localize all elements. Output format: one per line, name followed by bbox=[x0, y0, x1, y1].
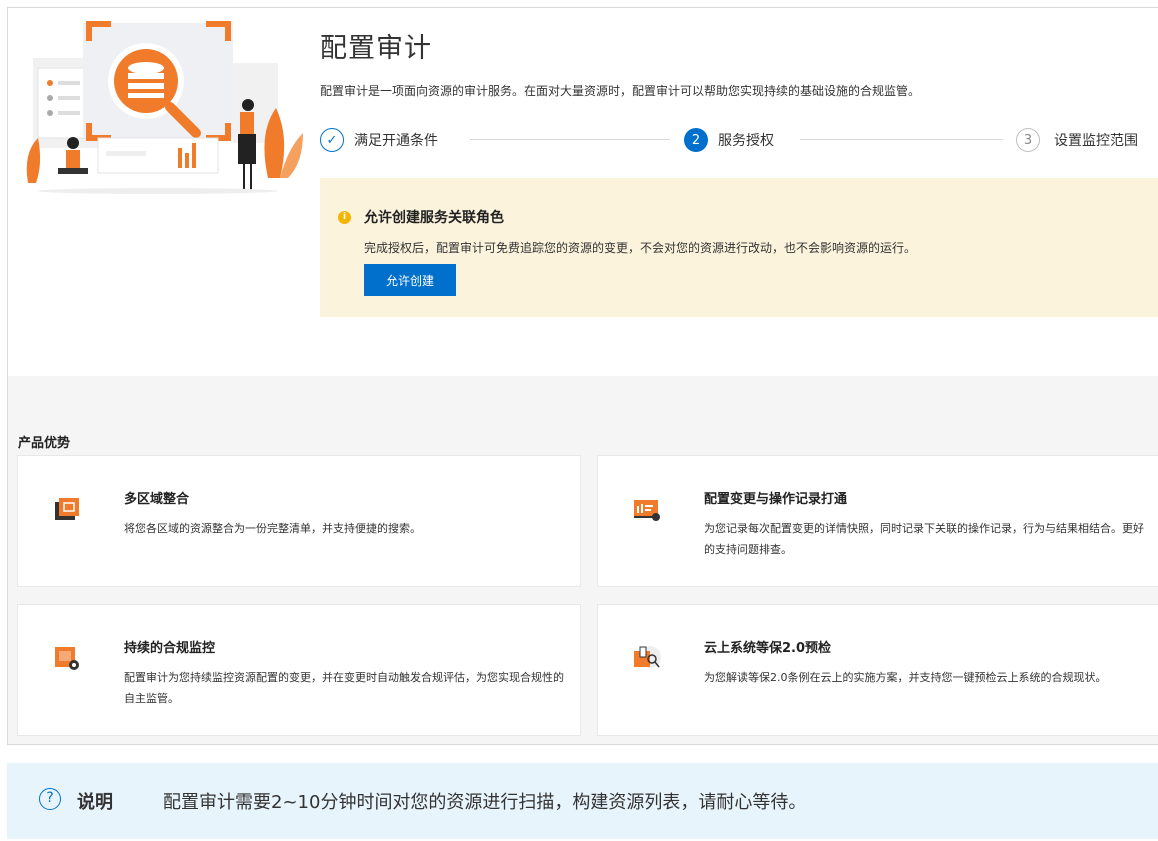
step-3-label: 设置监控范围 bbox=[1054, 133, 1138, 149]
audit-hero-illustration bbox=[26, 21, 303, 194]
step-3-number: 3 bbox=[1016, 128, 1040, 152]
step-1: ✓ 满足开通条件 bbox=[320, 125, 438, 155]
notice-title: 允许创建服务关联角色 bbox=[364, 210, 504, 226]
note-label: 说明 bbox=[77, 792, 113, 813]
compliance-monitor-icon bbox=[55, 647, 79, 670]
card-desc: 将您各区域的资源整合为一份完整清单，并支持便捷的搜索。 bbox=[124, 522, 421, 535]
card-title: 多区域整合 bbox=[124, 492, 190, 507]
card-desc: 配置审计为您持续监控资源配置的变更，并在变更时自动触发合规评估，为您实现合规性的… bbox=[124, 671, 564, 705]
advantage-card-cloud-check: 云上系统等保2.0预检 为您解读等保2.0条例在云上的实施方案，并支持您一键预检… bbox=[597, 604, 1158, 736]
step-2-number: 2 bbox=[684, 128, 708, 152]
question-icon: ? bbox=[39, 788, 61, 810]
multi-region-icon bbox=[55, 498, 79, 520]
card-desc: 为您解读等保2.0条例在云上的实施方案，并支持您一键预检云上系统的合规现状。 bbox=[704, 671, 1107, 684]
config-change-icon bbox=[634, 500, 660, 521]
page-description: 配置审计是一项面向资源的审计服务。在面对大量资源时，配置审计可以帮助您实现持续的… bbox=[320, 84, 921, 98]
advantage-card-compliance: 持续的合规监控 配置审计为您持续监控资源配置的变更，并在变更时自动触发合规评估，… bbox=[17, 604, 581, 736]
allow-create-button[interactable]: 允许创建 bbox=[364, 264, 456, 296]
check-icon: ✓ bbox=[320, 128, 344, 152]
step-3: 3 设置监控范围 bbox=[1016, 125, 1138, 155]
authorization-notice: i 允许创建服务关联角色 完成授权后，配置审计可免费追踪您的资源的变更，不会对您… bbox=[320, 178, 1158, 317]
info-icon: i bbox=[338, 211, 351, 224]
steps-progress: ✓ 满足开通条件 2 服务授权 3 设置监控范围 bbox=[320, 125, 1158, 155]
card-desc: 为您记录每次配置变更的详情快照，同时记录下关联的操作记录，行为与结果相结合。更好… bbox=[704, 522, 1144, 556]
advantage-card-multi-region: 多区域整合 将您各区域的资源整合为一份完整清单，并支持便捷的搜索。 bbox=[17, 455, 581, 587]
note-text: 配置审计需要2~10分钟时间对您的资源进行扫描，构建资源列表，请耐心等待。 bbox=[163, 792, 807, 813]
advantages-title: 产品优势 bbox=[18, 436, 71, 451]
page-title: 配置审计 bbox=[320, 33, 432, 64]
step-2-label: 服务授权 bbox=[718, 133, 774, 149]
card-title: 配置变更与操作记录打通 bbox=[704, 492, 848, 507]
card-title: 持续的合规监控 bbox=[124, 641, 216, 656]
card-title: 云上系统等保2.0预检 bbox=[704, 641, 832, 656]
step-connector bbox=[470, 139, 670, 140]
cloud-check-icon bbox=[634, 646, 661, 668]
step-1-label: 满足开通条件 bbox=[354, 133, 438, 149]
notice-body: 完成授权后，配置审计可免费追踪您的资源的变更，不会对您的资源进行改动，也不会影响… bbox=[364, 241, 917, 255]
advantage-card-config-change: 配置变更与操作记录打通 为您记录每次配置变更的详情快照，同时记录下关联的操作记录… bbox=[597, 455, 1158, 587]
step-connector bbox=[800, 139, 1003, 140]
step-2: 2 服务授权 bbox=[684, 125, 774, 155]
main-panel: 配置审计 配置审计是一项面向资源的审计服务。在面对大量资源时，配置审计可以帮助您… bbox=[7, 7, 1158, 745]
note-banner: ? 说明 配置审计需要2~10分钟时间对您的资源进行扫描，构建资源列表，请耐心等… bbox=[7, 763, 1158, 839]
